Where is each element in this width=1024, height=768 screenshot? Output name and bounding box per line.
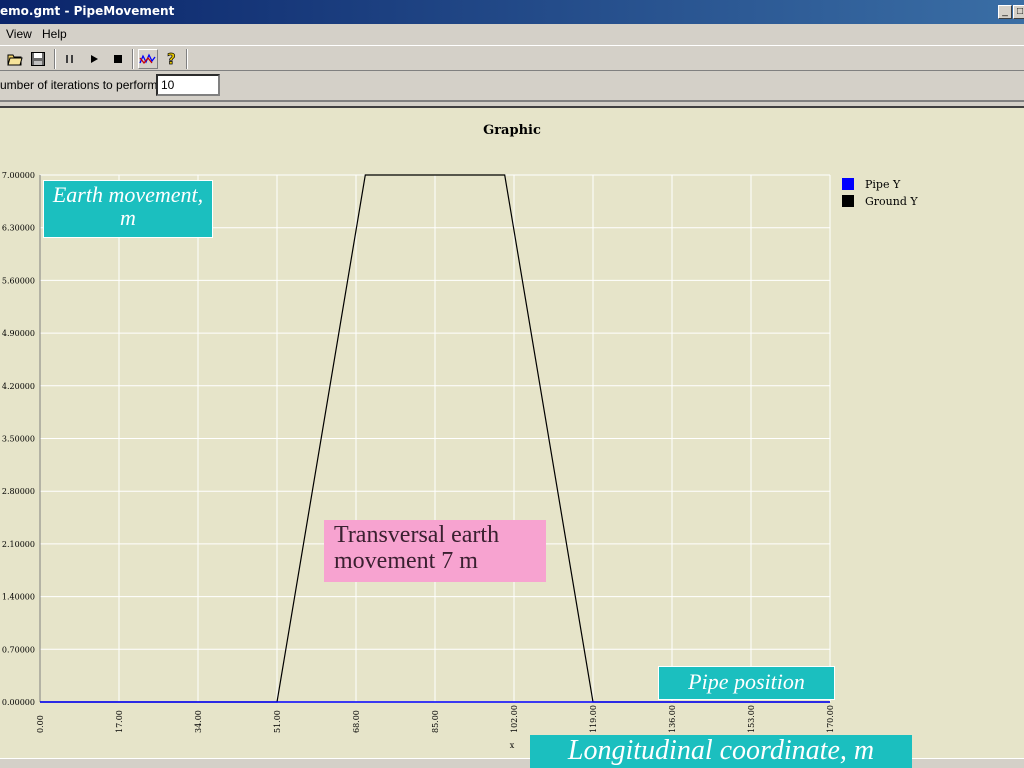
- graph-icon[interactable]: [138, 49, 158, 69]
- menu-bar: View Help: [0, 24, 1024, 44]
- x-tick-label: 153.00: [747, 705, 756, 733]
- help-icon[interactable]: ?: [162, 49, 182, 69]
- y-axis: 0.00000 0.70000 1.40000 2.10000 2.80000 3.500…: [2, 171, 41, 707]
- legend-label: Pipe Y: [865, 178, 901, 191]
- x-tick-label: 102.00: [510, 705, 519, 733]
- parameters-bar: umber of iterations to perform: [0, 72, 1024, 100]
- window-title: emo.gmt - PipeMovement: [0, 4, 175, 18]
- y-tick-label: 0.00000: [2, 698, 35, 707]
- minimize-button[interactable]: _: [998, 5, 1012, 19]
- x-tick-label: 0.00: [36, 715, 45, 733]
- play-icon[interactable]: [84, 49, 104, 69]
- restore-button[interactable]: □: [1013, 5, 1024, 19]
- y-tick-label: 3.50000: [2, 435, 35, 444]
- earth-movement-callout: Earth movement, m: [43, 180, 213, 238]
- x-tick-label: 85.00: [431, 710, 440, 733]
- stop-icon[interactable]: [108, 49, 128, 69]
- svg-text:?: ?: [167, 51, 176, 67]
- y-tick-label: 6.30000: [2, 224, 35, 233]
- toolbar: ?: [0, 45, 1024, 71]
- longitudinal-coordinate-callout: Longitudinal coordinate, m: [530, 735, 912, 768]
- save-icon[interactable]: [28, 49, 48, 69]
- iterations-input[interactable]: [156, 74, 220, 96]
- panel-divider[interactable]: [0, 100, 1024, 108]
- x-tick-label: 51.00: [273, 710, 282, 733]
- y-tick-label: 0.70000: [2, 645, 35, 654]
- y-tick-label: 5.60000: [2, 276, 35, 285]
- legend-swatch: [842, 178, 854, 190]
- title-bar: emo.gmt - PipeMovement _ □: [0, 0, 1024, 24]
- menu-view[interactable]: View: [6, 27, 32, 41]
- x-axis: 0.00 17.00 34.00 51.00 68.00 85.00 102.00 119.0…: [36, 701, 835, 733]
- open-folder-icon[interactable]: [5, 49, 25, 69]
- iterations-label: umber of iterations to perform: [0, 78, 158, 92]
- y-tick-label: 4.90000: [2, 329, 35, 338]
- x-tick-label: 34.00: [194, 710, 203, 733]
- y-tick-label: 4.20000: [2, 382, 35, 391]
- toolbar-separator: [132, 49, 134, 69]
- legend-swatch: [842, 195, 854, 207]
- legend-label: Ground Y: [865, 195, 918, 208]
- x-axis-label: x: [510, 741, 515, 750]
- x-tick-label: 68.00: [352, 710, 361, 733]
- pause-icon[interactable]: [60, 49, 80, 69]
- chart-grid: [39, 174, 831, 703]
- chart-legend: Pipe Y Ground Y: [842, 178, 918, 208]
- menu-help[interactable]: Help: [42, 27, 67, 41]
- toolbar-separator: [186, 49, 188, 69]
- x-tick-label: 136.00: [668, 705, 677, 733]
- pipe-position-callout: Pipe position: [658, 666, 835, 700]
- transversal-movement-callout: Transversal earth movement 7 m: [324, 520, 546, 582]
- chart-title: Graphic: [483, 123, 541, 138]
- x-tick-label: 17.00: [115, 710, 124, 733]
- x-tick-label: 119.00: [589, 705, 598, 733]
- toolbar-separator: [54, 49, 56, 69]
- y-tick-label: 1.40000: [2, 593, 35, 602]
- y-tick-label: 2.10000: [2, 540, 35, 549]
- x-tick-label: 170.00: [826, 705, 835, 733]
- y-tick-label: 2.80000: [2, 487, 35, 496]
- y-tick-label: 7.00000: [2, 171, 35, 180]
